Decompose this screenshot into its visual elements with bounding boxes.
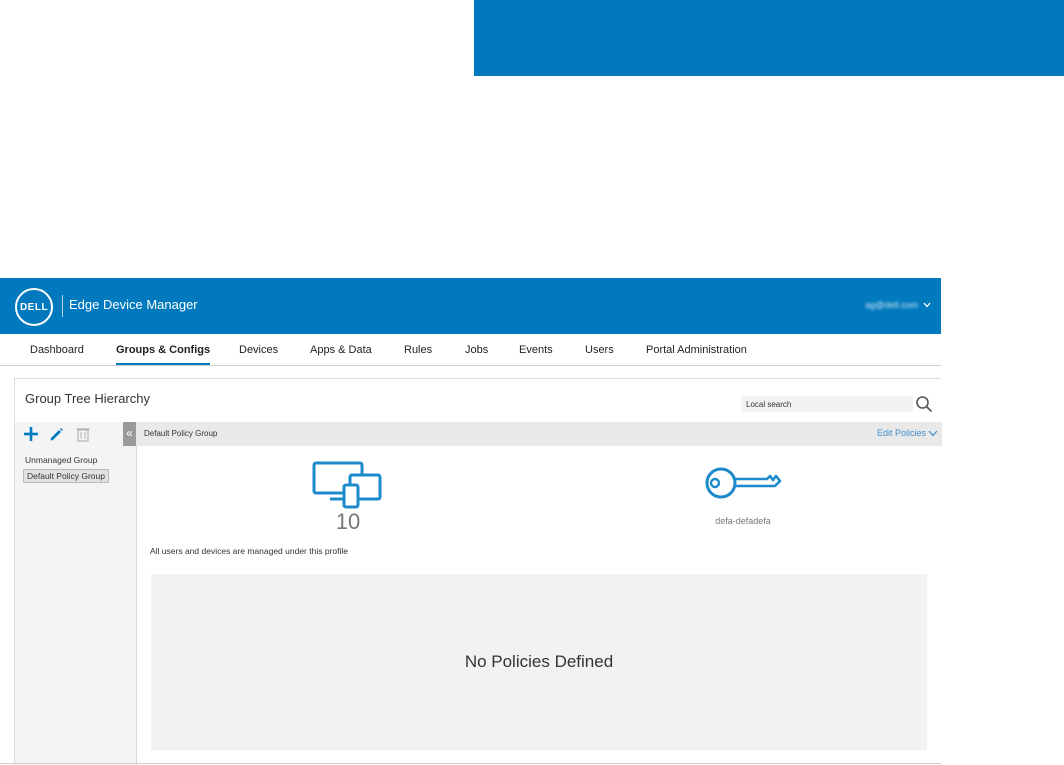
nav-item-dashboard[interactable]: Dashboard [30, 344, 84, 356]
policies-panel: No Policies Defined [151, 574, 927, 750]
app-window: DELL Edge Device Manager ag@dell.com Das… [0, 278, 942, 765]
key-icon [705, 467, 782, 499]
key-label: defa-defadefa [715, 516, 771, 526]
user-email: ag@dell.com [865, 300, 918, 310]
content-header-bar: Default Policy Group Edit Policies [136, 422, 942, 446]
tree-node-default-policy-group[interactable]: Default Policy Group [23, 469, 109, 483]
dell-logo[interactable]: DELL [15, 288, 53, 326]
devices-icon [312, 461, 382, 509]
nav-item-jobs[interactable]: Jobs [465, 344, 488, 356]
trash-icon[interactable] [75, 426, 91, 442]
bottom-divider [0, 763, 941, 764]
tree-node-unmanaged-group[interactable]: Unmanaged Group [25, 455, 97, 465]
local-search-input[interactable] [741, 396, 913, 412]
group-tree-panel: Group Tree Hierarchy Local search « Unma… [14, 378, 942, 765]
nav-item-events[interactable]: Events [519, 344, 553, 356]
sidebar-toolbar: « [15, 422, 136, 446]
collapse-sidebar-button[interactable]: « [123, 422, 136, 446]
edit-policies-label: Edit Policies [876, 428, 926, 438]
nav-item-groups-configs[interactable]: Groups & Configs [116, 344, 211, 365]
no-policies-message: No Policies Defined [464, 652, 614, 671]
chevron-down-icon [923, 302, 931, 308]
nav-item-portal-administration[interactable]: Portal Administration [646, 344, 747, 356]
device-count: 10 [335, 509, 361, 534]
nav-item-devices[interactable]: Devices [239, 344, 278, 356]
top-banner [474, 0, 1064, 76]
user-menu[interactable]: ag@dell.com [865, 300, 931, 310]
nav-item-rules[interactable]: Rules [404, 344, 432, 356]
profile-note: All users and devices are managed under … [150, 546, 348, 556]
main-nav: Dashboard Groups & Configs Devices Apps … [0, 334, 941, 366]
edit-policies-button[interactable]: Edit Policies [877, 428, 938, 438]
add-icon[interactable] [23, 426, 39, 442]
header-divider [62, 295, 63, 317]
app-header: DELL Edge Device Manager ag@dell.com [0, 278, 941, 334]
app-title: Edge Device Manager [69, 297, 198, 312]
nav-item-users[interactable]: Users [585, 344, 614, 356]
group-tree-sidebar: « Unmanaged Group Default Policy Group [15, 422, 137, 765]
edit-icon[interactable] [48, 426, 64, 442]
chevron-down-icon [928, 430, 938, 436]
nav-item-apps-data[interactable]: Apps & Data [310, 344, 372, 356]
breadcrumb: Default Policy Group [144, 429, 218, 438]
search-icon[interactable] [915, 395, 933, 413]
panel-title: Group Tree Hierarchy [25, 391, 150, 406]
